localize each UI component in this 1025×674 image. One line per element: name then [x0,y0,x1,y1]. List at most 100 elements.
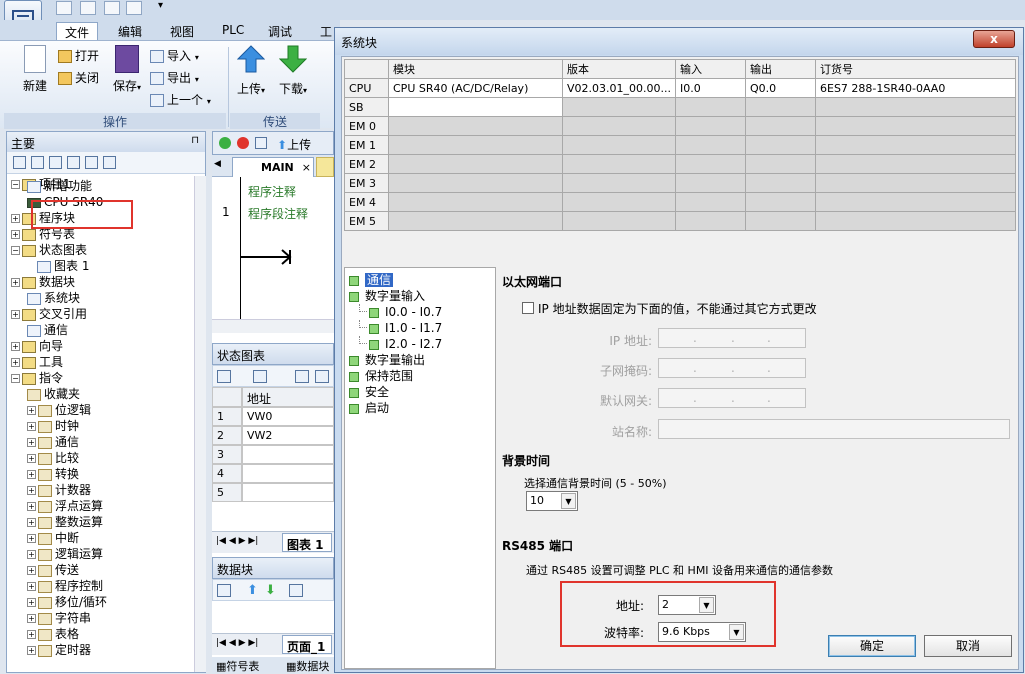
editor-hscroll[interactable] [212,319,334,333]
editor-upload-button[interactable]: ⬆上传 [277,136,311,153]
option-item[interactable]: I1.0 - I1.7 [359,320,442,336]
insert-icon[interactable] [289,584,303,597]
table-row[interactable]: EM 2 [344,154,1016,174]
expand-icon[interactable]: + [27,566,36,575]
module-cell[interactable] [745,97,816,117]
tree-item[interactable]: + 浮点运算 [27,498,103,514]
table-row[interactable]: EM 3 [344,173,1016,193]
collapse-icon[interactable]: − [11,374,20,383]
upload-button[interactable]: 上传▾ [234,45,268,97]
open-button[interactable]: 打开 [58,47,99,65]
module-cell[interactable] [562,116,676,136]
expand-icon[interactable]: + [27,518,36,527]
expand-icon[interactable]: + [11,358,20,367]
expand-icon[interactable]: + [27,486,36,495]
expand-icon[interactable]: + [11,278,20,287]
table-row[interactable]: EM 5 [344,211,1016,231]
option-item[interactable]: I2.0 - I2.7 [359,336,442,352]
module-cell[interactable] [388,154,563,174]
module-cell[interactable]: 6ES7 288-1SR40-0AA0 [815,78,1016,98]
tree-item[interactable]: + 数据块 [11,274,75,290]
module-cell[interactable] [675,154,746,174]
delete-row-icon[interactable] [253,370,267,383]
option-item[interactable]: 启动 [349,400,389,416]
status-address-cell[interactable]: VW2 [242,426,334,445]
table-row[interactable]: CPU CPU SR40 (AC/DC/Relay) V02.03.01_00.00… [344,78,1016,98]
module-cell[interactable] [562,135,676,155]
tree-item[interactable]: + 程序控制 [27,578,103,594]
expand-icon[interactable]: + [27,598,36,607]
quick-access-dropdown-icon[interactable]: ▾ [158,0,163,11]
tree-item[interactable]: + 工具 [11,354,63,370]
expand-icon[interactable]: + [27,454,36,463]
module-cell[interactable] [815,97,1016,117]
module-cell[interactable] [675,135,746,155]
module-cell[interactable] [815,154,1016,174]
module-cell[interactable] [562,173,676,193]
tree-item[interactable]: + 位逻辑 [27,402,91,418]
list-icon[interactable] [67,156,80,169]
dialog-close-button[interactable]: x [973,30,1015,48]
module-cell[interactable]: CPU SR40 (AC/DC/Relay) [388,78,563,98]
expand-icon[interactable]: + [11,230,20,239]
tab-close-icon[interactable]: × [302,161,311,174]
tab-main[interactable]: MAIN × [232,157,314,177]
cancel-button[interactable]: 取消 [924,635,1012,657]
compile-icon[interactable] [255,137,267,149]
sheet-nav-icon[interactable]: |◀ ◀ ▶ ▶| [216,536,258,546]
status-address-cell[interactable]: VW0 [242,407,334,426]
option-item[interactable]: 保持范围 [349,368,413,384]
module-cell[interactable] [562,154,676,174]
upload-arrow-icon[interactable]: ⬆ [247,583,258,598]
bottom-tab-data-block[interactable]: ▦数据块 [286,658,329,674]
module-cell[interactable] [745,173,816,193]
page-tab-1[interactable]: 页面_1 [282,635,332,654]
tree-item[interactable]: 新增功能 [27,178,92,194]
export-button[interactable]: 导出 ▾ [150,69,199,87]
expand-icon[interactable]: + [27,534,36,543]
download-button[interactable]: 下载▾ [276,45,310,97]
tree-item[interactable]: + 定时器 [27,642,91,658]
previous-button[interactable]: 上一个 ▾ [150,91,211,109]
view-icon[interactable] [13,156,26,169]
data-block-editor[interactable] [212,601,334,633]
tree-item[interactable]: + 交叉引用 [11,306,87,322]
module-cell[interactable] [675,192,746,212]
expand-icon[interactable]: + [27,630,36,639]
status-address-cell[interactable] [242,464,334,483]
module-cell[interactable] [675,211,746,231]
network-comment[interactable]: 程序段注释 [248,205,308,222]
module-cell[interactable] [745,135,816,155]
tree-item[interactable]: + 时钟 [27,418,79,434]
baud-rate-select[interactable]: 9.6 Kbps ▼ [658,622,746,642]
tree-item[interactable]: − 指令 [11,370,63,386]
module-cell[interactable] [815,192,1016,212]
tree-item[interactable]: 收藏夹 [27,386,80,402]
tree-item[interactable]: + 中断 [27,530,79,546]
tree-item[interactable]: + 转换 [27,466,79,482]
program-comment[interactable]: 程序注释 [248,183,296,200]
module-cell[interactable] [745,154,816,174]
module-cell[interactable] [562,211,676,231]
tab-next[interactable] [316,157,334,177]
module-cell[interactable] [745,211,816,231]
module-cell[interactable] [388,173,563,193]
expand-icon[interactable]: + [27,646,36,655]
close-button[interactable]: 关闭 [58,69,99,87]
status-address-cell[interactable] [242,445,334,464]
expand-icon[interactable]: + [27,422,36,431]
module-cell[interactable] [562,192,676,212]
save-icon[interactable] [104,1,120,15]
status-address-cell[interactable] [242,483,334,502]
tree-item[interactable]: 系统块 [27,290,80,306]
expand-icon[interactable]: + [27,582,36,591]
tree-item[interactable]: + 通信 [27,434,79,450]
tab-plc[interactable]: PLC [214,22,252,40]
tree-item[interactable]: + 整数运算 [27,514,103,530]
add-row-icon[interactable] [217,370,231,383]
collapse-icon[interactable]: − [11,180,20,189]
station-name-field[interactable] [658,419,1010,439]
option-item[interactable]: 通信 [349,272,394,288]
tab-debug[interactable]: 调试 [260,22,300,40]
subnet-mask-field[interactable]: ... [658,358,806,378]
